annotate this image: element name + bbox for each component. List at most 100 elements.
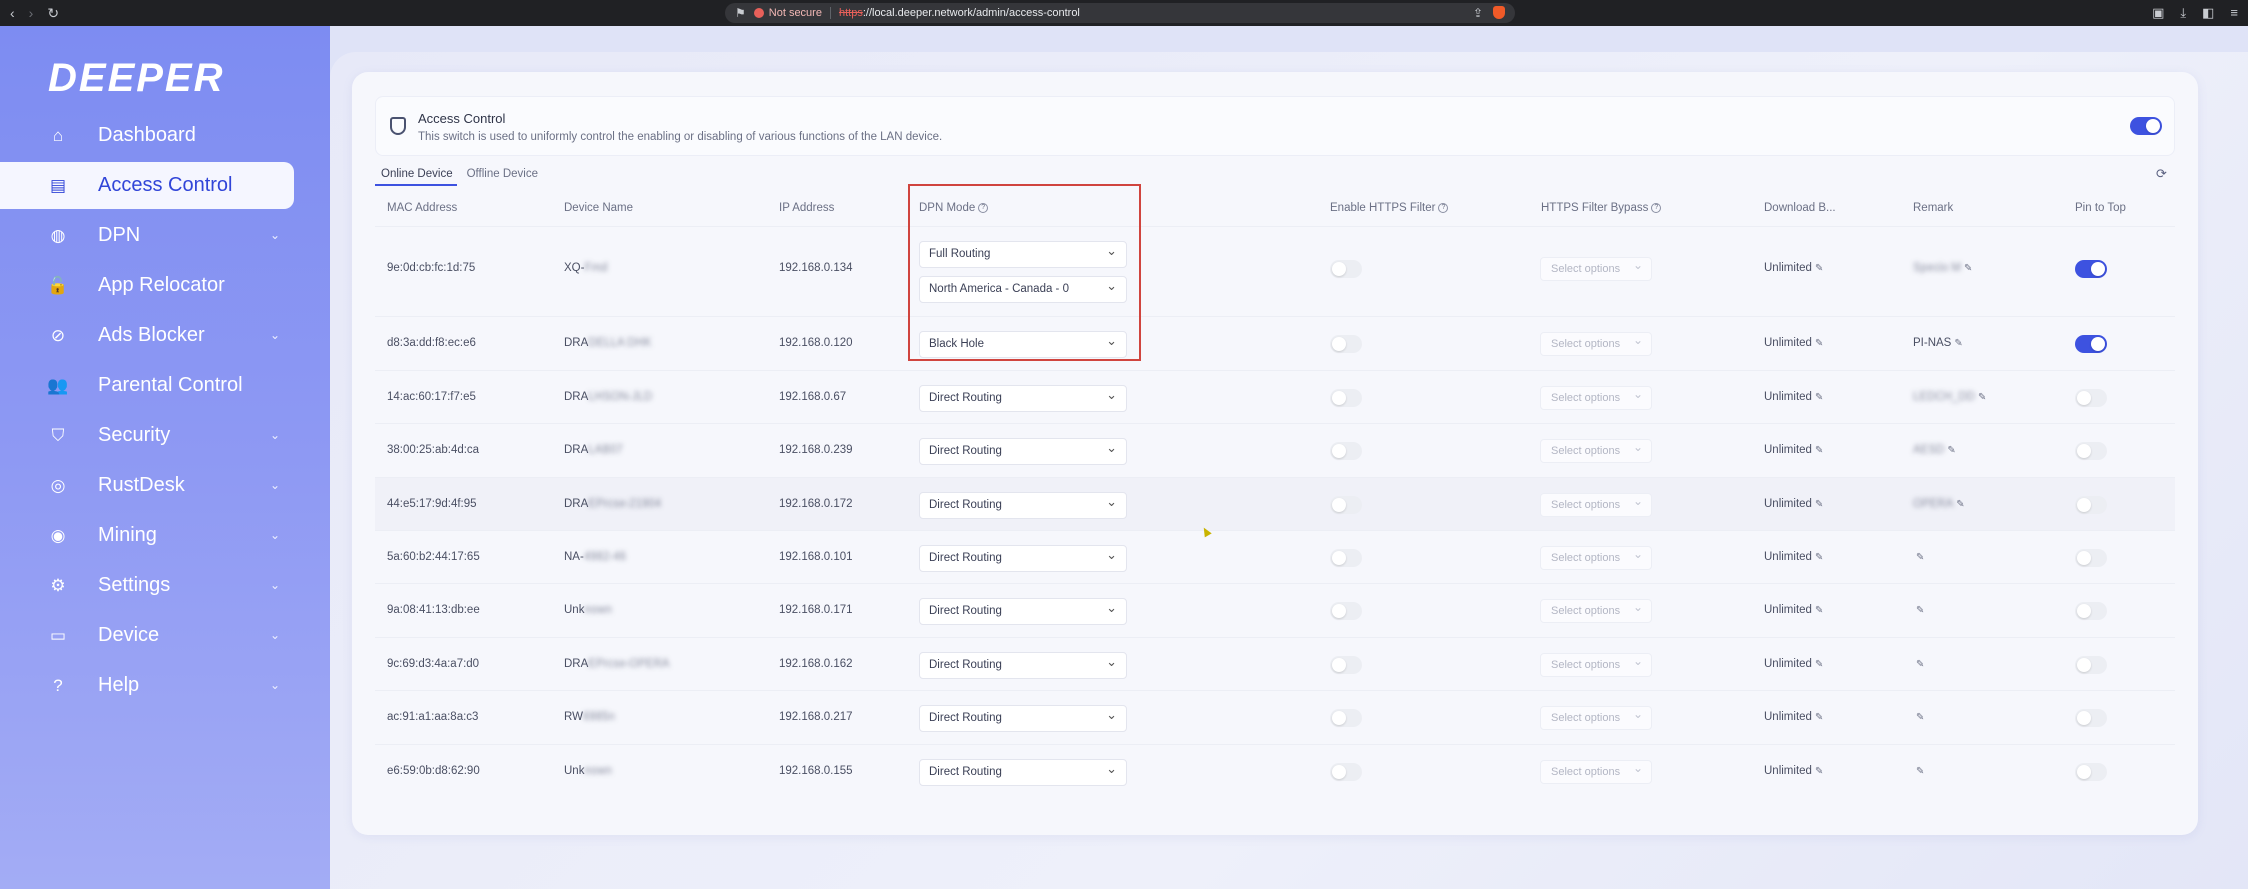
edit-pencil-icon[interactable]: ✎: [1815, 605, 1823, 616]
https-filter-toggle[interactable]: [1330, 656, 1362, 674]
edit-pencil-icon[interactable]: ✎: [1815, 499, 1823, 510]
edit-pencil-icon[interactable]: ✎: [1815, 712, 1823, 723]
table-row: 44:e5:17:9d:4f:95 DRAEPrcse-21904 192.168.…: [375, 477, 2175, 530]
edit-pencil-icon[interactable]: ✎: [1815, 263, 1823, 274]
tab-online-device[interactable]: Online Device: [375, 168, 457, 186]
sidebar-item-security[interactable]: ⛉ Security ⌄: [0, 412, 294, 459]
address-bar[interactable]: ⚑ Not secure https://local.deeper.networ…: [725, 3, 1515, 23]
https-filter-toggle[interactable]: [1330, 709, 1362, 727]
sidebar-item-dashboard[interactable]: ⌂ Dashboard: [0, 112, 294, 159]
sidebar-item-rustdesk[interactable]: ◎ RustDesk ⌄: [0, 462, 294, 509]
sidebar-item-access-control[interactable]: ▤ Access Control: [0, 162, 294, 209]
edit-pencil-icon[interactable]: ✎: [1815, 392, 1823, 403]
edit-pencil-icon[interactable]: ✎: [1956, 499, 1964, 510]
https-filter-toggle[interactable]: [1330, 335, 1362, 353]
pin-to-top-toggle[interactable]: [2075, 389, 2107, 407]
tab-offline-device[interactable]: Offline Device: [461, 168, 542, 186]
edit-pencil-icon[interactable]: ✎: [1916, 712, 1924, 723]
dpn-mode-select[interactable]: Direct Routing: [919, 435, 1127, 465]
edit-pencil-icon[interactable]: ✎: [1815, 659, 1823, 670]
sidebar-item-app-relocator[interactable]: 🔓 App Relocator: [0, 262, 294, 309]
pin-to-top-toggle[interactable]: [2075, 496, 2107, 514]
dpn-mode-select[interactable]: Direct Routing: [919, 489, 1127, 519]
dpn-mode-select[interactable]: Direct Routing: [919, 382, 1127, 412]
info-icon[interactable]: ?: [1438, 202, 1449, 213]
access-control-title: Access Control: [418, 111, 506, 126]
https-bypass-select[interactable]: Select options: [1540, 254, 1652, 281]
dpn-mode-select[interactable]: Direct Routing: [919, 756, 1127, 786]
pin-to-top-toggle[interactable]: [2075, 442, 2107, 460]
pin-to-top-toggle[interactable]: [2075, 260, 2107, 278]
url-text[interactable]: https://local.deeper.network/admin/acces…: [839, 7, 1080, 19]
sidebar-item-help[interactable]: ? Help ⌄: [0, 662, 294, 709]
dpn-mode-select[interactable]: Direct Routing: [919, 542, 1127, 572]
sidebar-item-device[interactable]: ▭ Device ⌄: [0, 612, 294, 659]
download-icon[interactable]: ⤓: [2180, 5, 2186, 21]
https-filter-toggle[interactable]: [1330, 602, 1362, 620]
access-control-master-toggle[interactable]: [2130, 117, 2162, 135]
sidebar-item-ads-blocker[interactable]: ⊘ Ads Blocker ⌄: [0, 312, 294, 359]
pin-to-top-toggle[interactable]: [2075, 602, 2107, 620]
https-filter-toggle[interactable]: [1330, 549, 1362, 567]
https-filter-toggle[interactable]: [1330, 442, 1362, 460]
back-icon[interactable]: ‹: [10, 5, 15, 21]
https-bypass-select[interactable]: Select options: [1540, 543, 1652, 570]
brave-shield-icon[interactable]: [1493, 6, 1505, 19]
dpn-mode-select[interactable]: Direct Routing: [919, 649, 1127, 679]
https-filter-toggle[interactable]: [1330, 389, 1362, 407]
https-bypass-select[interactable]: Select options: [1540, 383, 1652, 410]
device-name-redacted: nown: [584, 604, 612, 616]
share-icon[interactable]: ⇪: [1473, 6, 1483, 20]
sidebar-menu: ⌂ Dashboard ▤ Access Control ◍ DPN ⌄ 🔓 App Reloc…: [0, 112, 294, 712]
sidebar-item-settings[interactable]: ⚙ Settings ⌄: [0, 562, 294, 609]
ip-address: 192.168.0.162: [779, 658, 853, 670]
https-bypass-select[interactable]: Select options: [1540, 703, 1652, 730]
https-bypass-select[interactable]: Select options: [1540, 436, 1652, 463]
menu-icon[interactable]: ≡: [2230, 5, 2238, 21]
edit-pencil-icon[interactable]: ✎: [1964, 263, 1972, 274]
dpn-mode-select[interactable]: Black Hole: [919, 328, 1127, 358]
sidebar-toggle-icon[interactable]: ▣: [2152, 5, 2164, 21]
refresh-icon[interactable]: ⟳: [2156, 166, 2167, 182]
dpn-region-select[interactable]: North America - Canada - 0: [919, 273, 1127, 303]
https-filter-toggle[interactable]: [1330, 260, 1362, 278]
pin-to-top-toggle[interactable]: [2075, 763, 2107, 781]
edit-pencil-icon[interactable]: ✎: [1978, 392, 1986, 403]
edit-pencil-icon[interactable]: ✎: [1815, 766, 1823, 777]
edit-pencil-icon[interactable]: ✎: [1916, 766, 1924, 777]
pin-to-top-toggle[interactable]: [2075, 656, 2107, 674]
info-icon[interactable]: ?: [978, 202, 989, 213]
https-bypass-select[interactable]: Select options: [1540, 650, 1652, 677]
edit-pencil-icon[interactable]: ✎: [1947, 445, 1955, 456]
sidebar-item-parental-control[interactable]: 👥 Parental Control: [0, 362, 294, 409]
https-bypass-select[interactable]: Select options: [1540, 329, 1652, 356]
security-warning[interactable]: Not secure: [753, 7, 822, 19]
dpn-mode-select[interactable]: Direct Routing: [919, 595, 1127, 625]
https-bypass-select[interactable]: Select options: [1540, 490, 1652, 517]
edit-pencil-icon[interactable]: ✎: [1815, 338, 1823, 349]
mac-address: 5a:60:b2:44:17:65: [387, 551, 480, 563]
edit-pencil-icon[interactable]: ✎: [1916, 605, 1924, 616]
edit-pencil-icon[interactable]: ✎: [1954, 338, 1962, 349]
https-filter-toggle[interactable]: [1330, 496, 1362, 514]
sidebar-item-dpn[interactable]: ◍ DPN ⌄: [0, 212, 294, 259]
https-bypass-select[interactable]: Select options: [1540, 596, 1652, 623]
edit-pencil-icon[interactable]: ✎: [1815, 552, 1823, 563]
dpn-mode-select[interactable]: Full Routing: [919, 238, 1127, 268]
pin-to-top-toggle[interactable]: [2075, 709, 2107, 727]
sidebar-item-mining[interactable]: ◉ Mining ⌄: [0, 512, 294, 559]
info-icon[interactable]: ?: [1651, 202, 1662, 213]
pin-to-top-toggle[interactable]: [2075, 335, 2107, 353]
split-view-icon[interactable]: ◧: [2202, 5, 2214, 21]
edit-pencil-icon[interactable]: ✎: [1916, 659, 1924, 670]
edit-pencil-icon[interactable]: ✎: [1916, 552, 1924, 563]
https-bypass-select[interactable]: Select options: [1540, 757, 1652, 784]
bookmark-icon[interactable]: ⚑: [735, 6, 746, 20]
https-filter-toggle[interactable]: [1330, 763, 1362, 781]
deeper-logo[interactable]: DEEPER: [48, 56, 225, 101]
reload-icon[interactable]: ↻: [47, 5, 59, 22]
dpn-mode-select[interactable]: Direct Routing: [919, 702, 1127, 732]
pin-to-top-toggle[interactable]: [2075, 549, 2107, 567]
forward-icon[interactable]: ›: [29, 5, 34, 21]
edit-pencil-icon[interactable]: ✎: [1815, 445, 1823, 456]
